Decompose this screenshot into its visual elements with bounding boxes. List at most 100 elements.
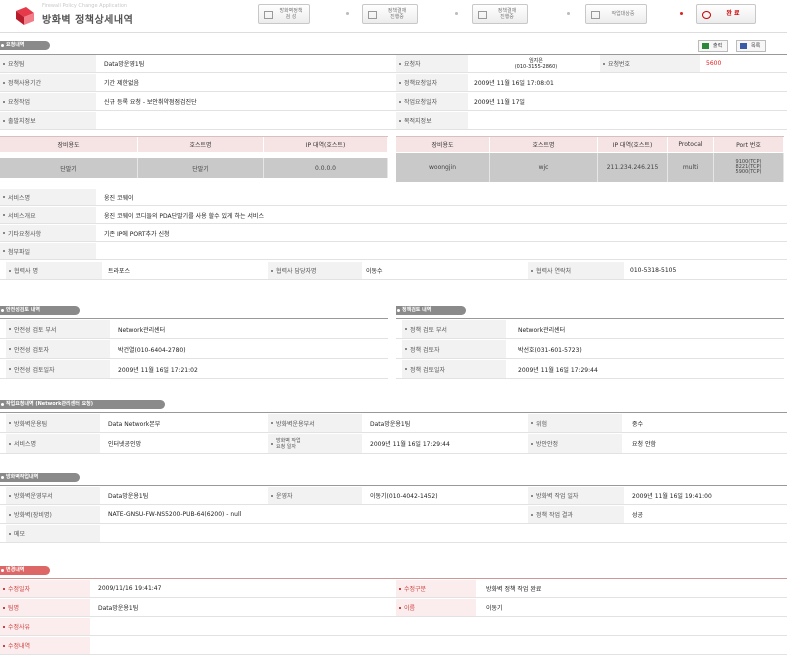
field-value: 2009/11/16 19:41:47 xyxy=(98,585,162,592)
section-title-request: 요청내역 xyxy=(0,41,50,50)
document-icon xyxy=(264,11,273,19)
field-label: 방화벽 작업 요청 일자 xyxy=(268,434,362,453)
service-row: 첨부파일 xyxy=(0,243,787,260)
field-label: 방화벽운영부서 xyxy=(6,487,100,504)
review-row: 정책 검토 부서 Network관리센터 xyxy=(396,320,784,339)
field-label: 요청번호 xyxy=(600,55,700,72)
nav-step-policy-review[interactable]: 방화벽정책 검 성 xyxy=(258,4,310,24)
field-label: 기타요청사항 xyxy=(0,225,96,241)
print-button[interactable]: 출력 xyxy=(698,40,729,52)
review-row: 안전성 검토 부서 Network관리센터 xyxy=(0,320,388,339)
section-title-work-result: 방화벽작업내역 xyxy=(0,473,80,482)
nav-step-complete[interactable]: 완 료 xyxy=(696,4,756,24)
field-value: Data망운용1팀 xyxy=(108,493,149,500)
column-header: 장비용도 xyxy=(396,137,490,152)
nav-step-approval-2[interactable]: 정책결재 진행중 xyxy=(472,4,528,24)
divider xyxy=(0,318,388,319)
field-label: 방안안정 xyxy=(528,434,622,453)
field-label: 수정사유 xyxy=(0,618,90,635)
history-row: 수정일자 2009/11/16 19:41:47 수정구분 방화벽 정책 작업 … xyxy=(0,580,787,598)
field-value: 방화벽 정책 작업 완료 xyxy=(486,586,542,593)
field-value: Network관리센터 xyxy=(118,326,166,334)
field-value: 2009년 11월 16일 19:41:00 xyxy=(632,493,712,500)
divider xyxy=(0,412,787,413)
field-label: 방화벽운용부서 xyxy=(268,414,362,432)
field-label: 방화벽운용팀 xyxy=(6,414,100,432)
nav-step-working[interactable]: 작업대상중 xyxy=(585,4,647,24)
attachment-value xyxy=(104,243,704,259)
field-label: 안전성 검토자 xyxy=(6,340,110,358)
field-value: 2009년 11월 17일 xyxy=(474,99,525,106)
field-label: 요청팀 xyxy=(0,55,96,72)
service-row: 서비스명 웅진 코웨이 xyxy=(0,189,787,206)
field-value: 이동기 xyxy=(486,605,503,612)
column-header: IP 대역(호스트) xyxy=(264,137,388,152)
field-label: 서비스명 xyxy=(6,434,100,453)
field-value: Data Network본부 xyxy=(108,420,161,428)
field-value: Data망운용1팀 xyxy=(370,420,411,428)
table-cell: 9100(TCP) 8221(TCP) 5900(TCP) xyxy=(714,153,784,182)
field-value: NATE-GNSU-FW-NS5200-PUB-64(6200) - null xyxy=(108,511,242,518)
field-label: 정책사용기간 xyxy=(0,74,96,91)
work-result-row: 방화벽(장비명) NATE-GNSU-FW-NS5200-PUB-64(6200… xyxy=(0,506,787,524)
column-header: 장비용도 xyxy=(0,137,138,152)
field-value: 2009년 11월 16일 17:21:02 xyxy=(118,366,198,374)
document-icon xyxy=(478,11,487,19)
table-cell: 단말기 xyxy=(138,158,264,178)
divider xyxy=(0,485,787,486)
section-title-change-history: 변경내역 xyxy=(0,566,50,575)
field-label: 정책 작업 결과 xyxy=(528,506,624,523)
field-value: 기간 제한없음 xyxy=(104,80,140,87)
field-value: 2009년 11월 16일 17:29:44 xyxy=(370,441,450,448)
nav-step-approval-1[interactable]: 정책결재 진행중 xyxy=(362,4,418,24)
field-label: 안전성 검토일자 xyxy=(6,360,110,378)
service-row: 서비스개요 웅진 코웨이 코디들의 PDA단말기를 사용 할수 있게 하는 서비… xyxy=(0,207,787,224)
nav-step-label: 완 료 xyxy=(726,10,740,17)
field-label: 협력사 명 xyxy=(6,262,102,279)
history-row: 수정사유 xyxy=(0,618,787,636)
field-value xyxy=(104,112,384,129)
field-label: 출발지정보 xyxy=(0,112,96,129)
field-value xyxy=(474,112,774,129)
document-icon xyxy=(368,11,377,19)
work-result-row: 메모 xyxy=(0,525,787,543)
field-value: 신규 등록 요청 - 보안취약점점검진단 xyxy=(104,99,197,106)
field-label: 정책 검토자 xyxy=(402,340,506,358)
table-cell: wjc xyxy=(490,153,598,182)
nav-step-label: 작업대상중 xyxy=(611,11,635,17)
table-cell: 단말기 xyxy=(0,158,138,178)
partner-name: 트라포스 xyxy=(108,268,131,275)
source-table-header: 장비용도 호스트명 IP 대역(호스트) xyxy=(0,136,388,152)
dest-table-header: 장비용도 호스트명 IP 대역(호스트) Protocal Port 번호 xyxy=(396,136,784,152)
field-value: 2009년 11월 16일 17:08:01 xyxy=(474,80,554,87)
service-row: 기타요청사항 기존 IP에 PORT추가 신청 xyxy=(0,225,787,242)
field-value: 이동기(010-4042-1452) xyxy=(370,493,438,500)
field-label: 수정내역 xyxy=(0,637,90,654)
table-row: woongjin wjc 211.234.246.215 multi 9100(… xyxy=(396,153,784,182)
step-separator xyxy=(455,12,458,15)
partner-contact: 010-5318-5105 xyxy=(630,267,677,274)
request-row: 요청팀 Data망운영1팀 요청자 임지은 (010-3155-2860) 요청… xyxy=(0,55,787,73)
field-label: 팀명 xyxy=(0,599,90,616)
field-label: 메모 xyxy=(6,525,100,542)
partner-manager: 이동수 xyxy=(366,268,383,275)
print-button-label: 출력 xyxy=(713,43,723,49)
review-row: 안전성 검토일자 2009년 11월 16일 17:21:02 xyxy=(0,360,388,379)
field-label: 협력사 연락처 xyxy=(528,262,624,279)
table-cell: multi xyxy=(668,153,714,182)
divider xyxy=(0,578,787,579)
history-row: 수정내역 xyxy=(0,637,787,655)
list-icon xyxy=(740,43,747,49)
field-value: 박선호(031-601-5723) xyxy=(518,346,582,354)
field-value: 인터넷공인망 xyxy=(108,441,142,448)
list-button[interactable]: 목록 xyxy=(736,40,767,52)
field-label: 서비스명 xyxy=(0,189,96,205)
column-header: 호스트명 xyxy=(490,137,598,152)
field-value: 기존 IP에 PORT추가 신청 xyxy=(104,230,170,238)
check-icon xyxy=(702,11,711,19)
partner-row: 협력사 명 트라포스 협력사 담당자명 이동수 협력사 연락처 010-5318… xyxy=(0,262,787,280)
field-label: 목적지정보 xyxy=(396,112,468,129)
document-icon xyxy=(591,11,600,19)
step-separator xyxy=(346,12,349,15)
app-header: Firewall Policy Change Application 방화벽 정… xyxy=(0,0,787,33)
